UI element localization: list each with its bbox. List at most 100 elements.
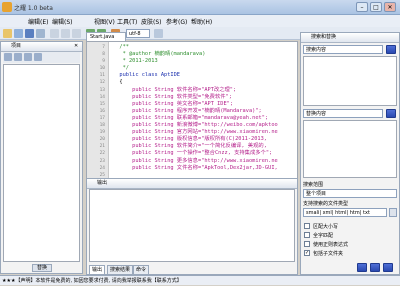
line-number: 18 <box>99 123 105 129</box>
menu-item-edit[interactable]: 编辑(S) <box>52 17 73 26</box>
collapse-icon[interactable] <box>14 53 22 61</box>
code-line: public String 更多信息="http://www.xiaomiren… <box>113 157 278 164</box>
line-number: 10 <box>99 66 105 72</box>
tab-output[interactable]: 输出 <box>89 265 106 275</box>
code-line: * 2011-2013 <box>113 58 158 65</box>
line-number: 17 <box>99 115 105 121</box>
up-icon[interactable] <box>34 53 42 61</box>
menu-item-help[interactable]: 帮助(H) <box>191 17 212 26</box>
line-number: 19 <box>99 130 105 136</box>
save-icon[interactable] <box>25 29 34 38</box>
output-content[interactable] <box>89 189 295 262</box>
code-line: public class AptIDE <box>113 72 180 79</box>
status-text: ★★★【声明】本软件是免费的, 如因您要求付费, 请向我举报联系我【联系方式】 <box>2 278 182 284</box>
line-gutter: 7891011121314151617181920212223242526 <box>87 42 109 179</box>
line-number: 12 <box>99 80 105 86</box>
line-number: 23 <box>99 158 105 164</box>
code-line: public String 程序开发="楠韵晴(Mandarava)"; <box>113 107 262 114</box>
whole-word-checkbox[interactable] <box>304 232 310 238</box>
output-panel-header: 输出 <box>87 179 297 189</box>
code-line: * @author 楠韵晴(mandarava) <box>113 51 206 58</box>
scope-select[interactable]: 整个项目 <box>303 189 397 198</box>
code-line: public String 一个操作="整合Cnzz, 支持集成多个"; <box>113 150 273 157</box>
replace-all-button[interactable] <box>383 263 393 272</box>
line-number: 15 <box>99 101 105 107</box>
replace-input[interactable]: 替换内容 <box>303 109 383 118</box>
find-all-button[interactable] <box>357 263 367 272</box>
status-bar: ★★★【声明】本软件是免费的, 如因您要求付费, 请向我举报联系我【联系方式】 <box>0 275 400 285</box>
file-types-input[interactable]: smali| xml| html| htm| txt <box>303 208 387 217</box>
tab-search-results[interactable]: 搜索结果 <box>107 265 134 275</box>
search-panel-header: 搜索和替换 <box>301 33 399 43</box>
line-number: 21 <box>99 144 105 150</box>
refresh-icon[interactable] <box>4 53 12 61</box>
save-all-icon[interactable] <box>36 29 45 38</box>
code-line: { <box>113 79 123 86</box>
maximize-button[interactable]: □ <box>370 2 382 12</box>
code-line: public String 软件类型="免费软件"; <box>113 93 232 100</box>
menu-item-view[interactable]: 视图(V) <box>94 17 115 26</box>
replace-text-area[interactable] <box>303 120 397 178</box>
search-input[interactable]: 搜索内容 <box>303 45 383 54</box>
code-editor[interactable]: 7891011121314151617181920212223242526 /*… <box>86 41 298 180</box>
project-toolbar <box>3 52 80 63</box>
replace-button[interactable] <box>386 109 396 118</box>
new-file-icon[interactable] <box>14 29 23 38</box>
title-bar: 之耀 1.0 beta – □ ✕ <box>0 0 400 15</box>
whole-word-label: 全字匹配 <box>313 233 334 239</box>
line-number: 24 <box>99 165 105 171</box>
open-folder-icon[interactable] <box>3 29 12 38</box>
expand-icon[interactable] <box>24 53 32 61</box>
code-line: public String 文件名称="ApkTool,Dex2jar,JD-G… <box>113 164 278 171</box>
line-number: 14 <box>99 94 105 100</box>
search-button[interactable] <box>386 45 396 54</box>
match-case-checkbox[interactable] <box>304 223 310 229</box>
subfolders-label: 包括子文件夹 <box>313 251 344 257</box>
subfolders-checkbox[interactable]: ✓ <box>304 250 310 256</box>
line-number: 7 <box>102 45 105 50</box>
line-number: 20 <box>99 137 105 143</box>
menu-item-skin[interactable]: 皮肤(S) <box>141 17 162 26</box>
line-number: 9 <box>102 59 105 65</box>
chevron-down-icon[interactable] <box>389 208 397 217</box>
regex-label: 使用正则表达式 <box>313 242 349 248</box>
tab-label: Start.java <box>90 34 115 40</box>
paste-icon[interactable] <box>72 29 81 38</box>
menu-item-reference[interactable]: 参考(G) <box>166 17 187 26</box>
copy-icon[interactable] <box>61 29 70 38</box>
project-tree[interactable] <box>3 64 80 262</box>
cut-icon[interactable] <box>50 29 59 38</box>
scope-label: 搜索范围 <box>303 182 324 188</box>
project-panel-header: 项目 <box>1 42 82 52</box>
line-number: 8 <box>102 52 105 58</box>
regex-checkbox[interactable] <box>304 241 310 247</box>
line-number: 11 <box>99 73 105 79</box>
menu-bar: 编辑(E) 编辑(S) 视图(V) 工具(T) 皮肤(S) 参考(G) 帮助(H… <box>0 15 400 27</box>
replace-button[interactable]: 替换 <box>32 264 52 272</box>
menu-item-tools[interactable]: 工具(T) <box>117 17 137 26</box>
line-numbers: 7891011121314151617181920212223242526 <box>87 44 105 179</box>
code-line: public String 联系邮箱="mandarava@yeah.net"; <box>113 114 269 121</box>
close-icon[interactable]: ✕ <box>74 43 78 49</box>
tab-command[interactable]: 命令 <box>133 265 150 275</box>
close-button[interactable]: ✕ <box>384 2 396 12</box>
code-line: public String 英文名称="APT IDE"; <box>113 100 234 107</box>
project-panel: 项目 ✕ 替换 <box>0 41 83 274</box>
find-next-button[interactable] <box>370 263 380 272</box>
tab-start-java[interactable]: Start.java <box>86 32 126 41</box>
minimize-button[interactable]: – <box>356 2 368 12</box>
line-number: 22 <box>99 151 105 157</box>
file-types-label: 支持搜索的文件类型 <box>303 201 349 207</box>
menu-item-file[interactable]: 编辑(E) <box>28 17 48 26</box>
search-replace-panel: 搜索和替换 搜索内容 替换内容 搜索范围 整个项目 支持搜索的文件类型 smal… <box>300 32 400 275</box>
line-number: 13 <box>99 87 105 93</box>
line-number: 16 <box>99 108 105 114</box>
app-icon <box>2 2 12 12</box>
window-title: 之耀 1.0 beta <box>14 5 53 12</box>
code-line: */ <box>113 65 129 72</box>
output-panel: 输出 输出 搜索结果 命令 <box>86 178 298 275</box>
code-text[interactable]: /** * @author 楠韵晴(mandarava) * 2011-2013… <box>113 44 293 179</box>
search-text-area[interactable] <box>303 56 397 106</box>
match-case-label: 区配大小写 <box>313 224 339 230</box>
code-line: public String 软件名称="APT改之理"; <box>113 86 237 93</box>
